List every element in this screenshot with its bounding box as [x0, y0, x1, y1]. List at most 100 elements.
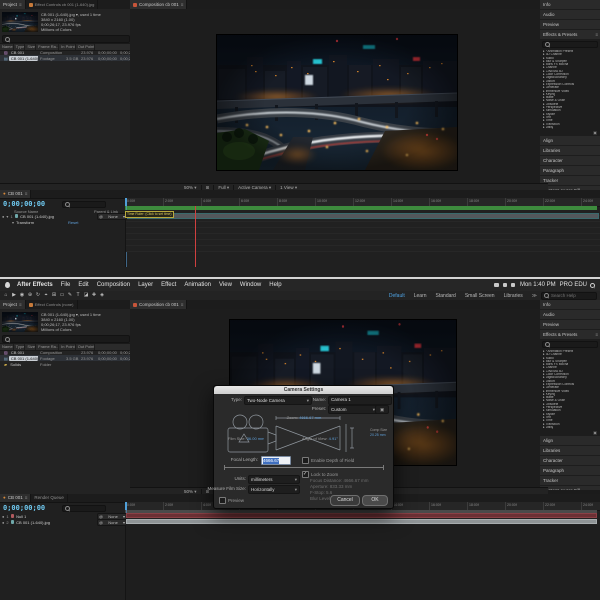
label-color-swatch[interactable] — [11, 520, 15, 524]
effects-search[interactable] — [542, 341, 598, 348]
preview-checkbox[interactable] — [219, 497, 226, 504]
dialog-title[interactable]: Camera Settings — [214, 386, 393, 394]
layer-name[interactable]: Null 1 — [16, 514, 26, 519]
panel-menu-icon[interactable]: ≡ — [19, 2, 22, 8]
item-name[interactable]: CB 001 — [9, 50, 24, 55]
transform-label[interactable]: Transform — [16, 220, 34, 225]
panel-effects-presets[interactable]: Effects & Presets≡ — [540, 330, 600, 339]
effects-category[interactable]: ▸Utility — [540, 126, 600, 129]
pickwhip-icon[interactable]: @ — [99, 514, 103, 519]
tool-icon[interactable]: ⌂ — [2, 291, 10, 300]
tool-icon[interactable]: ✚ — [90, 291, 98, 300]
measure-dropdown[interactable]: Horizontally▾ — [248, 485, 300, 494]
item-name[interactable]: CB 001 (1-640).jpg — [9, 356, 38, 361]
tab-project[interactable]: Project≡ — [0, 0, 26, 9]
twirl-icon[interactable]: ▸ — [543, 426, 545, 429]
null-layer-bar[interactable] — [126, 513, 597, 518]
layer-name[interactable]: CB 001 (1-640).jpg — [16, 520, 50, 525]
timeline-search[interactable] — [62, 201, 106, 208]
dof-checkbox[interactable] — [302, 457, 309, 464]
panel-menu-icon[interactable]: ≡ — [25, 191, 28, 197]
layer-name[interactable]: CB 001 (1-640).jpg — [20, 214, 54, 219]
tab-composition[interactable]: Composition cb 001≡ — [130, 0, 187, 9]
focal-length-slider[interactable] — [224, 467, 384, 468]
eye-icon[interactable]: ● — [2, 520, 4, 525]
tab-effect-controls[interactable]: Effect Controls cb 001 (1-640).jpg — [26, 0, 99, 9]
new-folder-icon[interactable]: ▣ — [593, 130, 597, 135]
workspace-tab[interactable]: Default — [389, 293, 405, 299]
spotlight-icon[interactable] — [590, 283, 595, 288]
menu-item[interactable]: Help — [269, 282, 281, 288]
project-row-solids[interactable]: ▰ Solids Folder — [0, 361, 130, 367]
pickwhip-icon[interactable]: @ — [99, 214, 103, 219]
units-dropdown[interactable]: millimeters▾ — [248, 475, 300, 484]
effects-category[interactable]: ▸Utility — [540, 426, 600, 429]
wifi-icon[interactable] — [503, 283, 507, 287]
focal-length-input[interactable]: 4666.67 — [261, 456, 291, 465]
tool-icon[interactable]: ◉ — [18, 291, 26, 300]
tab-composition[interactable]: Composition cb 001≡ — [130, 300, 187, 309]
effects-search[interactable] — [542, 41, 598, 48]
tool-icon[interactable]: ◈ — [98, 291, 106, 300]
lock-to-zoom-row[interactable]: Lock to Zoom — [302, 471, 338, 478]
panel-audio[interactable]: Audio — [540, 10, 600, 19]
workspace-tab[interactable]: Learn — [414, 293, 427, 299]
reset-link[interactable]: Reset — [68, 220, 78, 225]
menu-item[interactable]: File — [61, 282, 71, 288]
layer-duration-bar[interactable] — [126, 213, 599, 219]
panel-character[interactable]: Character — [540, 456, 600, 465]
preview-row[interactable]: Preview — [219, 497, 244, 504]
label-color-swatch[interactable] — [11, 514, 15, 518]
preset-dropdown[interactable]: Custom▾ — [328, 405, 378, 414]
panel-paragraph[interactable]: Paragraph — [540, 166, 600, 175]
footage-layer-bar[interactable] — [126, 519, 597, 524]
timeline-search[interactable] — [62, 505, 106, 512]
current-timecode[interactable]: 0;00;00;00 — [3, 504, 45, 512]
panel-libraries[interactable]: Libraries — [540, 446, 600, 455]
panel-content-aware-fill[interactable]: Content-Aware Fill — [540, 486, 600, 490]
menu-item[interactable]: Animation — [184, 282, 211, 288]
new-folder-icon[interactable]: ▣ — [593, 430, 597, 435]
playhead[interactable] — [125, 198, 127, 206]
render-queue-tab[interactable]: Render Queue — [31, 494, 68, 502]
tool-icon[interactable]: ◪ — [82, 291, 90, 300]
twirl-icon[interactable]: ▾ — [6, 214, 8, 219]
panel-libraries[interactable]: Libraries — [540, 146, 600, 155]
app-menu[interactable]: After Effects — [17, 282, 53, 288]
control-center-icon[interactable] — [511, 283, 515, 287]
panel-effects-presets[interactable]: Effects & Presets≡ — [540, 30, 600, 39]
timeline-tab[interactable]: ●CB 001≡ — [0, 190, 31, 198]
tab-project[interactable]: Project≡ — [0, 300, 26, 309]
panel-preview[interactable]: Preview — [540, 320, 600, 329]
panel-menu-icon[interactable]: ≡ — [595, 30, 598, 39]
panel-tracker[interactable]: Tracker — [540, 176, 600, 185]
battery-icon[interactable] — [494, 283, 499, 287]
panel-audio[interactable]: Audio — [540, 310, 600, 319]
panel-info[interactable]: Info — [540, 0, 600, 9]
workspace-tab[interactable]: Standard — [436, 293, 456, 299]
panel-align[interactable]: Align — [540, 136, 600, 145]
panel-menu-icon[interactable]: ≡ — [595, 330, 598, 339]
panel-paragraph[interactable]: Paragraph — [540, 466, 600, 475]
label-color-swatch[interactable] — [15, 214, 19, 218]
menu-item[interactable]: Composition — [97, 282, 130, 288]
menu-item[interactable]: View — [219, 282, 232, 288]
item-name[interactable]: CB 001 (1-640).jpg — [9, 56, 38, 61]
tool-icon[interactable]: ▭ — [58, 291, 66, 300]
menu-item[interactable]: Edit — [78, 282, 88, 288]
panel-menu-icon[interactable]: ≡ — [181, 302, 184, 308]
menu-item[interactable]: Layer — [138, 282, 153, 288]
eye-icon[interactable]: ● — [2, 214, 4, 219]
angle-of-view-value[interactable]: 4.91° — [329, 436, 338, 441]
tool-icon[interactable]: ▶ — [10, 291, 18, 300]
project-search[interactable] — [2, 35, 130, 43]
project-search[interactable] — [2, 335, 130, 343]
playhead[interactable] — [125, 502, 127, 510]
pickwhip-icon[interactable]: @ — [99, 520, 103, 525]
menu-item[interactable]: Window — [240, 282, 261, 288]
item-name[interactable]: CB 001 — [9, 350, 24, 355]
panel-tracker[interactable]: Tracker — [540, 476, 600, 485]
tool-icon[interactable]: ⌖ — [42, 291, 50, 300]
eye-icon[interactable]: ● — [2, 514, 4, 519]
parent-dropdown[interactable]: @None▾ — [97, 519, 127, 526]
